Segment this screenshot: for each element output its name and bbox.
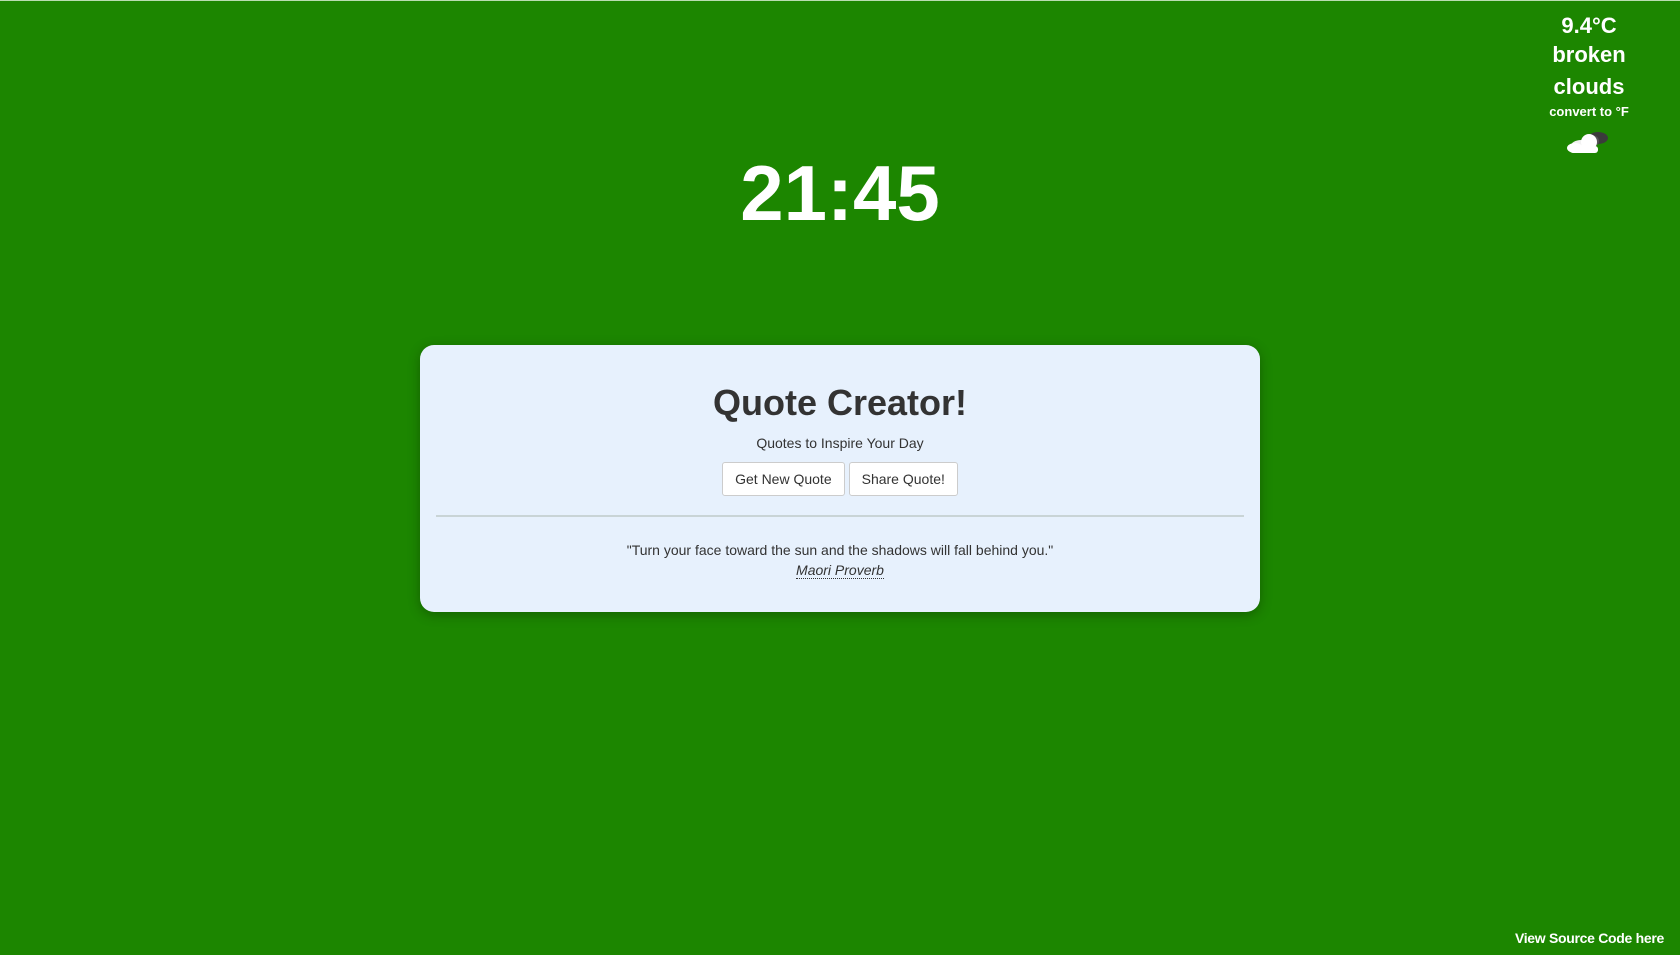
quote-author: Maori Proverb	[420, 560, 1260, 580]
share-quote-button[interactable]: Share Quote!	[848, 462, 958, 496]
page-title: Quote Creator!	[712, 382, 968, 423]
divider	[436, 515, 1244, 517]
view-source-link[interactable]: View Source Code here	[1515, 930, 1664, 946]
clock-time: 21:45	[740, 149, 940, 237]
subtitle: Quotes to Inspire Your Day	[756, 435, 924, 451]
quote-author-name: Maori Proverb	[796, 562, 884, 579]
temperature: 9.4°C	[1561, 13, 1617, 38]
quote-card: Quote Creator! Quotes to Inspire Your Da…	[420, 345, 1260, 612]
button-group: Get New Quote Share Quote!	[420, 462, 1260, 496]
weather-condition: broken clouds	[1552, 42, 1626, 99]
weather-widget: 9.4°C broken clouds convert to °F	[1514, 13, 1664, 155]
get-new-quote-button[interactable]: Get New Quote	[722, 462, 845, 496]
broken-clouds-icon	[1567, 132, 1608, 153]
convert-unit-link[interactable]: convert to °F	[1514, 103, 1664, 121]
quote-text: "Turn your face toward the sun and the s…	[626, 542, 1054, 558]
